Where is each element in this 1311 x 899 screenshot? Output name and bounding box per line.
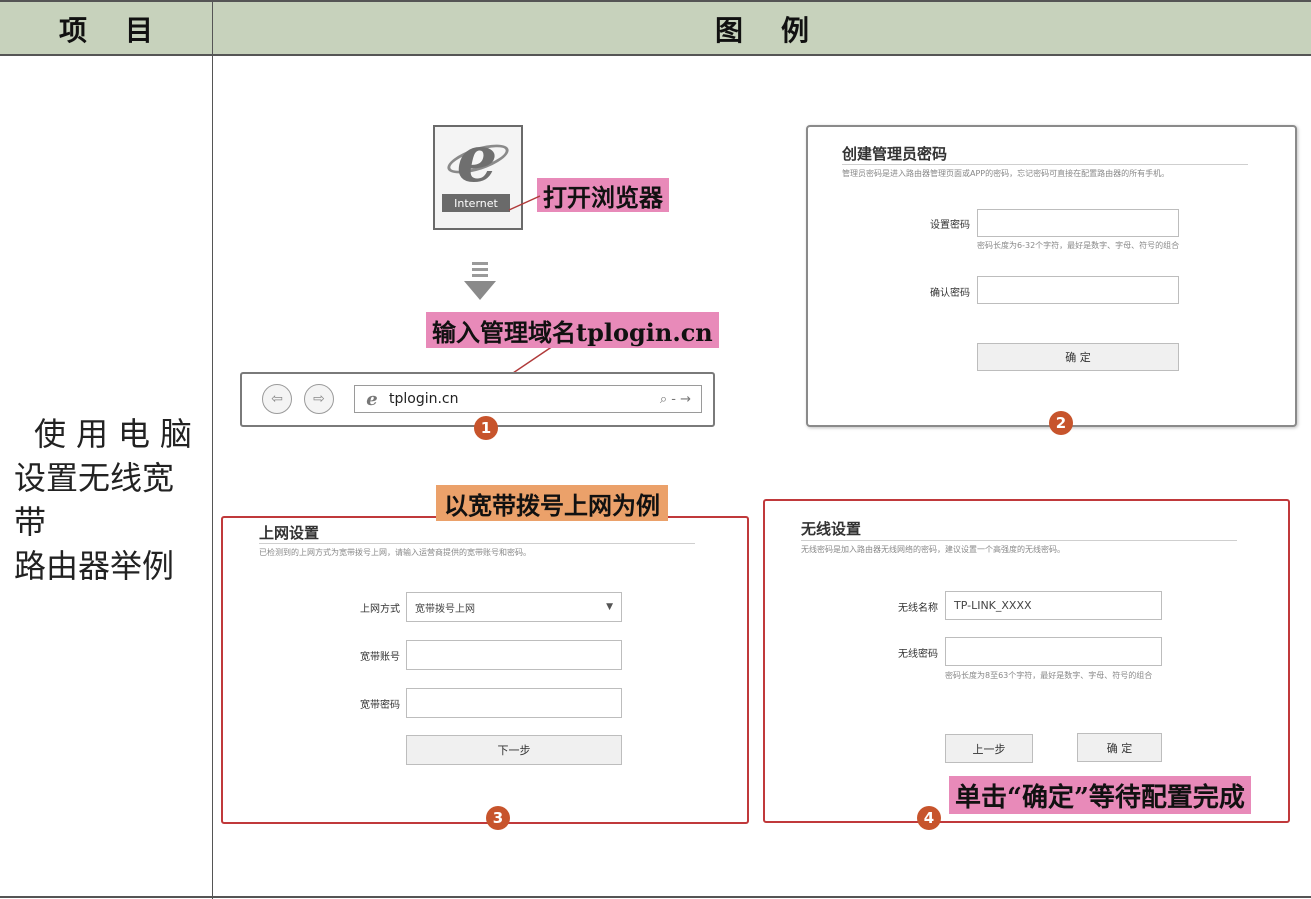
confirm-password-input[interactable] — [977, 276, 1179, 304]
back-icon[interactable]: ⇦ — [262, 384, 292, 414]
panel2-title: 创建管理员密码 — [842, 145, 948, 163]
panel3-divider — [259, 543, 695, 544]
url-field[interactable]: e tplogin.cn ⌕ - → — [354, 385, 702, 413]
confirm-password-label: 确认密码 — [930, 288, 970, 299]
step-badge-3: 3 — [486, 806, 510, 830]
internet-method-value: 宽带拨号上网 — [415, 603, 475, 615]
panel4-divider — [801, 540, 1237, 541]
search-go-icon[interactable]: ⌕ - → — [660, 392, 701, 407]
forward-icon[interactable]: ⇨ — [304, 384, 334, 414]
next-button[interactable]: 下一步 — [406, 735, 622, 765]
panel3-subtitle: 已检测到的上网方式为宽带拨号上网，请输入运营商提供的宽带账号和密码。 — [259, 548, 531, 557]
prev-button[interactable]: 上一步 — [945, 734, 1033, 763]
ie-small-icon: e — [366, 388, 378, 410]
broadband-password-label: 宽带密码 — [360, 700, 400, 711]
confirm-button-step2[interactable]: 确 定 — [977, 343, 1179, 371]
panel3-title: 上网设置 — [259, 524, 320, 542]
ssid-input[interactable]: TP-LINK_XXXX — [945, 591, 1162, 620]
callout-click-confirm: 单击“确定”等待配置完成 — [949, 776, 1251, 814]
confirm-button-step4[interactable]: 确 定 — [1077, 733, 1162, 762]
url-text: tplogin.cn — [389, 391, 459, 407]
internet-method-select[interactable]: 宽带拨号上网 ▼ — [406, 592, 622, 622]
internet-method-label: 上网方式 — [360, 604, 400, 615]
wifi-password-hint: 密码长度为8至63个字符，最好是数字、字母、符号的组合 — [945, 671, 1153, 680]
set-password-label: 设置密码 — [930, 220, 970, 231]
panel4-title: 无线设置 — [801, 520, 862, 538]
dropdown-caret-icon: ▼ — [606, 602, 613, 612]
panel4-subtitle: 无线密码是加入路由器无线网络的密码，建议设置一个高强度的无线密码。 — [801, 545, 1065, 554]
step-badge-4: 4 — [917, 806, 941, 830]
panel2-subtitle: 管理员密码是进入路由器管理页面或APP的密码，忘记密码可直接在配置路由器的所有手… — [842, 169, 1170, 178]
set-password-hint: 密码长度为6-32个字符，最好是数字、字母、符号的组合 — [977, 241, 1180, 250]
set-password-input[interactable] — [977, 209, 1179, 237]
callout-broadband: 以宽带拨号上网为例 — [436, 485, 668, 521]
ssid-value: TP-LINK_XXXX — [954, 599, 1032, 612]
panel2-divider — [842, 164, 1248, 165]
broadband-account-input[interactable] — [406, 640, 622, 670]
step-badge-2: 2 — [1049, 411, 1073, 435]
broadband-password-input[interactable] — [406, 688, 622, 718]
broadband-account-label: 宽带账号 — [360, 652, 400, 663]
down-arrow-icon — [464, 262, 496, 300]
callout-enter-domain: 输入管理域名tplogin.cn — [426, 312, 719, 348]
wifi-password-input[interactable] — [945, 637, 1162, 666]
line-open-browser — [508, 195, 541, 211]
panel-internet-settings — [221, 516, 749, 824]
ssid-label: 无线名称 — [898, 603, 938, 614]
wifi-password-label: 无线密码 — [898, 649, 938, 660]
step-badge-1: 1 — [474, 416, 498, 440]
